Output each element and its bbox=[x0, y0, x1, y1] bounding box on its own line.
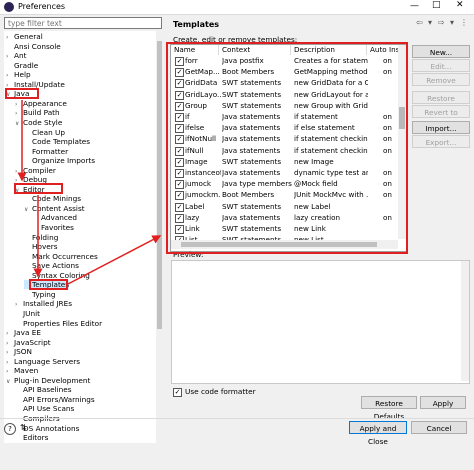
arrow-templates-to-table bbox=[67, 235, 162, 285]
annotation-arrows bbox=[17, 100, 162, 285]
